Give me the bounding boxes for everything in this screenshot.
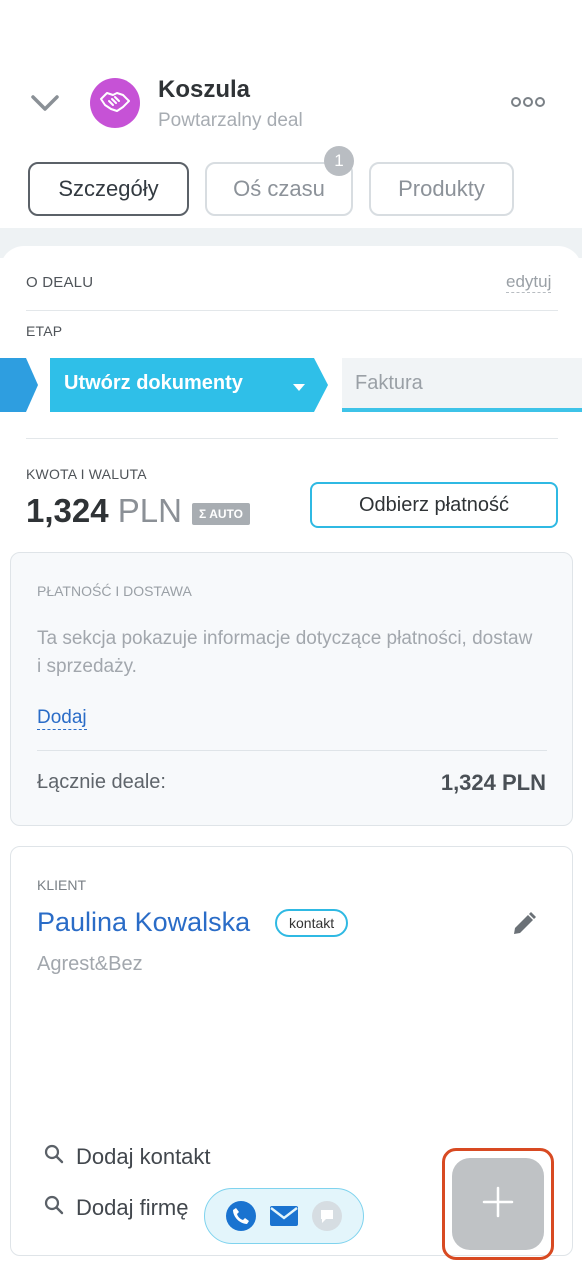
stage-current-label: Utwórz dokumenty — [64, 372, 243, 394]
auto-label: AUTO — [209, 507, 243, 521]
add-contact-label: Dodaj kontakt — [76, 1144, 211, 1169]
client-label: KLIENT — [37, 877, 87, 893]
auto-badge: Σ AUTO — [192, 503, 250, 525]
about-section-label: O DEALU — [26, 274, 94, 291]
tab-details[interactable]: Szczegóły — [28, 162, 189, 216]
stage-next-label: Faktura — [355, 372, 423, 394]
stage-previous[interactable] — [0, 358, 40, 412]
payment-description: Ta sekcja pokazuje informacje dotyczące … — [37, 628, 533, 677]
search-icon — [44, 1144, 76, 1170]
total-label: Łącznie deale: — [37, 771, 166, 793]
deal-title: Koszula — [158, 76, 251, 103]
add-payment-link[interactable]: Dodaj — [37, 707, 87, 730]
total-value: 1,324 PLN — [440, 770, 546, 795]
payment-delivery-box: PŁATNOŚĆ I DOSTAWA Ta sekcja pokazuje in… — [10, 552, 573, 826]
tab-timeline-label: Oś czasu — [233, 176, 325, 201]
client-company: Agrest&Bez — [37, 953, 143, 975]
amount-value: 1,324 PLN — [26, 492, 182, 530]
deal-avatar — [90, 78, 140, 128]
contact-tag: kontakt — [275, 909, 349, 937]
sigma-icon: Σ — [199, 507, 207, 521]
tab-products[interactable]: Produkty — [369, 162, 514, 216]
plus-icon — [481, 1185, 515, 1224]
phone-icon[interactable] — [226, 1201, 256, 1231]
add-button[interactable] — [452, 1158, 544, 1250]
chat-icon[interactable] — [312, 1201, 342, 1231]
dropdown-arrow-icon[interactable] — [292, 380, 306, 398]
divider — [37, 750, 547, 751]
handshake-icon — [99, 89, 131, 118]
timeline-badge: 1 — [324, 146, 354, 176]
amount-currency: PLN — [117, 492, 182, 529]
receive-payment-button[interactable]: Odbierz płatność — [310, 482, 558, 528]
add-contact-button[interactable]: Dodaj kontakt — [44, 1144, 211, 1170]
communication-bar — [204, 1188, 364, 1244]
add-company-label: Dodaj firmę — [76, 1195, 189, 1220]
edit-link[interactable]: edytuj — [506, 272, 552, 293]
divider — [26, 438, 558, 439]
deal-subtitle: Powtarzalny deal — [158, 110, 303, 131]
mail-icon[interactable] — [269, 1201, 299, 1231]
amount-number: 1,324 — [26, 492, 109, 529]
chevron-down-icon[interactable] — [28, 88, 62, 118]
divider — [26, 310, 558, 311]
more-dots-icon[interactable] — [508, 92, 548, 112]
client-name[interactable]: Paulina Kowalska — [37, 907, 250, 938]
amount-label: KWOTA I WALUTA — [26, 466, 147, 482]
payment-label: PŁATNOŚĆ I DOSTAWA — [37, 583, 192, 599]
stage-label: ETAP — [26, 323, 63, 339]
search-icon — [44, 1195, 76, 1221]
pencil-icon[interactable] — [511, 911, 537, 937]
add-company-button[interactable]: Dodaj firmę — [44, 1195, 188, 1221]
deal-header: Koszula Powtarzalny deal Szczegóły Oś cz… — [0, 0, 582, 230]
